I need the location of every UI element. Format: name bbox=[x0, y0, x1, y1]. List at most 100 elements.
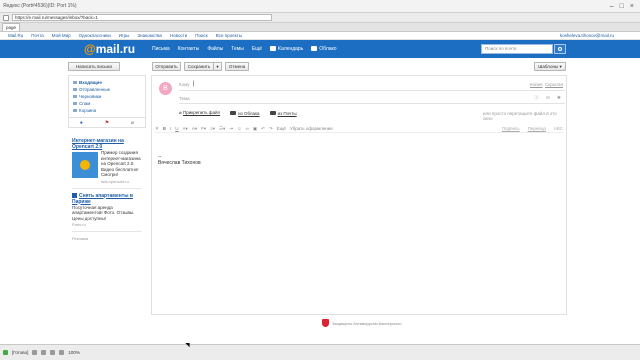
ad-icon-2 bbox=[72, 192, 77, 198]
italic-icon[interactable]: I bbox=[170, 126, 171, 131]
sidebar-tools: ● ⚑ ⌀ bbox=[68, 118, 146, 128]
nav-letters[interactable]: Письма bbox=[152, 46, 170, 52]
clear-format-link[interactable]: Убрать оформление bbox=[290, 126, 333, 131]
tool-icon-1[interactable] bbox=[32, 350, 38, 355]
settings-gear-icon[interactable]: ✱ bbox=[557, 95, 561, 101]
address-bar[interactable]: https://e.mail.ru/messages/inbox/?back=1 bbox=[12, 14, 272, 21]
indent-icon[interactable]: ⇥ bbox=[229, 126, 233, 132]
kaspersky-shield-icon bbox=[322, 319, 329, 327]
compose-button[interactable]: Написать письмо bbox=[68, 62, 120, 71]
folder-sent[interactable]: Отправленные bbox=[73, 86, 141, 93]
attach-row: ⌀ Прикрепить файл из Облака из Почты bbox=[179, 110, 297, 116]
priority-icon[interactable]: ⓘ bbox=[534, 95, 539, 101]
message-body[interactable]: -- Вячеслав Тихонов bbox=[158, 154, 201, 166]
list-icon[interactable]: ☰▾ bbox=[219, 126, 225, 132]
sent-icon bbox=[73, 88, 77, 91]
back-icon[interactable] bbox=[3, 14, 9, 21]
attachment-filter-icon[interactable]: ⌀ bbox=[131, 120, 134, 126]
portal-link-ok[interactable]: Одноклассники bbox=[79, 33, 111, 38]
format-more-button[interactable]: Ещё bbox=[277, 126, 286, 131]
portal-link-mail[interactable]: Почта bbox=[31, 33, 44, 38]
signature-link[interactable]: Подпись bbox=[502, 126, 520, 131]
statusbar: [Готово] 100% bbox=[0, 344, 640, 360]
nav-more[interactable]: Ещё bbox=[252, 46, 262, 52]
spellcheck-icon[interactable]: ABC bbox=[554, 126, 563, 131]
align-icon[interactable]: ≡▾ bbox=[210, 126, 215, 132]
nav-themes[interactable]: Темы bbox=[231, 46, 244, 52]
search-icon bbox=[558, 47, 562, 51]
undo-icon[interactable]: ↶ bbox=[261, 126, 265, 132]
folder-drafts[interactable]: Черновики bbox=[73, 93, 141, 100]
portal-link-all[interactable]: Все проекты bbox=[216, 33, 242, 38]
nav-calendar[interactable]: Календарь bbox=[270, 46, 303, 52]
copy-link[interactable]: Копия bbox=[530, 82, 543, 87]
signature-name: Вячеслав Тихонов bbox=[158, 160, 201, 166]
tool-icon-2[interactable] bbox=[41, 350, 47, 355]
folder-list: Входящие Отправленные Черновики Спам Кор… bbox=[68, 75, 146, 118]
calendar-icon bbox=[270, 46, 277, 52]
templates-button[interactable]: Шаблоны ▾ bbox=[534, 62, 566, 71]
from-mail-link[interactable]: из Почты bbox=[269, 111, 297, 116]
search-input[interactable]: Поиск по почте bbox=[481, 44, 553, 54]
mailru-logo[interactable]: @mail.ru bbox=[84, 42, 135, 56]
send-button[interactable]: Отправить bbox=[152, 62, 181, 71]
window-titlebar: Яндекс (Port#4536)(ID: Port 1%) – □ × bbox=[0, 0, 640, 13]
tool-icon-3[interactable] bbox=[50, 350, 56, 355]
spam-icon bbox=[73, 102, 77, 105]
portal-link-news[interactable]: Новости bbox=[170, 33, 187, 38]
folder-inbox[interactable]: Входящие bbox=[73, 79, 141, 86]
mail-small-icon bbox=[269, 111, 276, 116]
maximize-icon[interactable]: □ bbox=[620, 3, 624, 10]
portal-link-search[interactable]: Поиск bbox=[195, 33, 207, 38]
browser-tab[interactable]: page bbox=[2, 23, 21, 31]
ad-title-2[interactable]: Снять апартаменты в Париже bbox=[72, 193, 142, 205]
main-nav: Письма Контакты Файлы Темы Ещё Календарь… bbox=[152, 46, 337, 52]
minimize-icon[interactable]: – bbox=[610, 3, 614, 10]
folder-trash[interactable]: Корзина bbox=[73, 107, 141, 114]
format-clear-icon[interactable]: ✕ bbox=[155, 126, 159, 132]
tool-icon-4[interactable] bbox=[59, 350, 65, 355]
close-icon[interactable]: × bbox=[630, 3, 634, 10]
bcc-link[interactable]: Скрытая bbox=[545, 82, 563, 87]
nav-contacts[interactable]: Контакты bbox=[178, 46, 200, 52]
bg-color-icon[interactable]: A▾ bbox=[192, 126, 197, 132]
zoom-level[interactable]: 100% bbox=[68, 350, 80, 355]
dot-filter-icon[interactable]: ● bbox=[80, 120, 83, 126]
portal-link-dating[interactable]: Знакомства bbox=[137, 33, 161, 38]
from-cloud-link[interactable]: из Облака bbox=[230, 111, 260, 116]
user-email[interactable]: kosheleva.tihonov@mail.ru bbox=[560, 33, 614, 38]
bold-icon[interactable]: B bbox=[163, 126, 166, 131]
image-icon[interactable]: ▣ bbox=[253, 126, 257, 132]
redo-icon[interactable]: ↷ bbox=[269, 126, 273, 132]
notify-icon[interactable]: ✉ bbox=[546, 95, 550, 101]
text-color-icon[interactable]: A▾ bbox=[183, 126, 188, 132]
link-icon[interactable]: ∞ bbox=[246, 126, 249, 131]
ad-source-2[interactable]: Paris.ru bbox=[72, 222, 142, 227]
status-text: [Готово] bbox=[12, 350, 29, 355]
attach-file-link[interactable]: ⌀ Прикрепить файл bbox=[179, 110, 220, 116]
portal-link-mailru[interactable]: Mail.Ru bbox=[8, 33, 23, 38]
antivirus-footer: Защищено Антивирусом Касперского bbox=[322, 319, 402, 327]
footer-text[interactable]: Защищено Антивирусом Касперского bbox=[332, 321, 402, 326]
save-dropdown-button[interactable]: ▾ bbox=[213, 62, 222, 71]
ad-block: Интернет-магазин на Opencart 2.0 Пример … bbox=[68, 138, 146, 241]
to-label: Кому bbox=[179, 82, 190, 87]
translate-link[interactable]: Перевод bbox=[528, 126, 546, 131]
ad-image-1[interactable] bbox=[72, 152, 98, 178]
subject-underline bbox=[179, 103, 565, 104]
flag-filter-icon[interactable]: ⚑ bbox=[105, 120, 109, 126]
nav-cloud[interactable]: Облако bbox=[311, 46, 337, 52]
to-input[interactable]: | bbox=[193, 81, 195, 87]
font-icon[interactable]: F▾ bbox=[201, 126, 206, 132]
save-button[interactable]: Сохранить bbox=[184, 62, 214, 71]
nav-files[interactable]: Файлы bbox=[207, 46, 223, 52]
underline-icon[interactable]: U bbox=[175, 126, 178, 131]
portal-link-games[interactable]: Игры bbox=[119, 33, 130, 38]
smiley-icon[interactable]: ☺ bbox=[237, 126, 242, 131]
cancel-button[interactable]: Отмена bbox=[225, 62, 249, 71]
folder-spam[interactable]: Спам bbox=[73, 100, 141, 107]
portal-link-myworld[interactable]: Мой Мир bbox=[52, 33, 71, 38]
search-button[interactable] bbox=[554, 44, 566, 54]
ad-title-1[interactable]: Интернет-магазин на Opencart 2.0 bbox=[72, 138, 142, 150]
ad-source-1[interactable]: ads.opencart.ru bbox=[72, 179, 142, 184]
